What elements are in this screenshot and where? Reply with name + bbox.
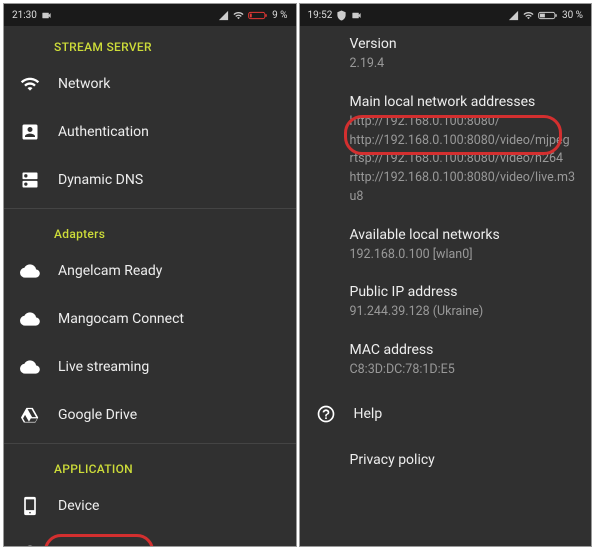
address-value: http://192.168.0.100:8080/video/mjpeg <box>350 132 576 151</box>
camera-icon <box>41 10 52 21</box>
settings-screen-left: 21:30 9 % STREAM SERVER Network <box>3 3 297 547</box>
signal-icon <box>508 10 519 21</box>
list-item-label: Live streaming <box>58 359 280 375</box>
list-item-dynamic-dns[interactable]: Dynamic DNS <box>4 156 296 204</box>
list-item-label: Google Drive <box>58 407 280 423</box>
address-value: http://192.168.0.100:8080/video/live.m3u… <box>350 169 576 207</box>
battery-percent: 30 % <box>562 10 583 21</box>
info-version[interactable]: Version 2.19.4 <box>300 26 592 84</box>
list-item-label: Help <box>354 406 576 422</box>
info-mac[interactable]: MAC address C8:3D:DC:78:1D:E5 <box>300 332 592 390</box>
info-title: MAC address <box>350 342 576 358</box>
battery-icon <box>538 10 558 21</box>
drive-icon <box>20 405 40 425</box>
list-item-google-drive[interactable]: Google Drive <box>4 391 296 439</box>
status-bar: 19:52 30 % <box>300 4 592 26</box>
wifi-status-icon <box>523 10 534 21</box>
dns-icon <box>20 170 40 190</box>
settings-list: STREAM SERVER Network Authentication Dyn… <box>4 26 296 546</box>
user-card-icon <box>20 122 40 142</box>
phone-icon <box>20 496 40 516</box>
wifi-icon <box>20 74 40 94</box>
list-item-angelcam[interactable]: Angelcam Ready <box>4 247 296 295</box>
info-public-ip[interactable]: Public IP address 91.244.39.128 (Ukraine… <box>300 274 592 332</box>
shield-icon <box>336 10 347 21</box>
wifi-status-icon <box>233 10 244 21</box>
list-item-label: Dynamic DNS <box>58 172 280 188</box>
cloud-icon <box>20 309 40 329</box>
cloud-icon <box>20 357 40 377</box>
list-item-label: Mangocam Connect <box>58 311 280 327</box>
divider <box>4 208 296 209</box>
address-value: rtsp://192.168.0.100:8080/video/h264 <box>350 150 576 169</box>
info-title: Public IP address <box>350 284 576 300</box>
info-value: C8:3D:DC:78:1D:E5 <box>350 361 576 380</box>
info-title: Main local network addresses <box>350 94 576 110</box>
status-time: 19:52 <box>308 10 333 21</box>
list-item-network[interactable]: Network <box>4 60 296 108</box>
info-screen-right: 19:52 30 % Version 2.19.4 <box>299 3 593 547</box>
list-item-label: Privacy policy <box>350 452 576 468</box>
list-item-label: Network <box>58 76 280 92</box>
cloud-icon <box>20 261 40 281</box>
list-item-label: Angelcam Ready <box>58 263 280 279</box>
info-icon <box>20 544 40 546</box>
camera-icon <box>351 10 362 21</box>
list-item-information[interactable]: Information <box>4 530 296 546</box>
list-item-privacy[interactable]: Privacy policy <box>300 438 592 482</box>
list-item-live-streaming[interactable]: Live streaming <box>4 343 296 391</box>
info-content: Version 2.19.4 Main local network addres… <box>300 26 592 546</box>
address-value: http://192.168.0.100:8080/ <box>350 113 576 132</box>
info-title: Available local networks <box>350 227 576 243</box>
info-value: 91.244.39.128 (Ukraine) <box>350 303 576 322</box>
info-available-networks[interactable]: Available local networks 192.168.0.100 [… <box>300 217 592 275</box>
info-value: 2.19.4 <box>350 55 576 74</box>
list-item-label: Device <box>58 498 280 514</box>
list-item-device[interactable]: Device <box>4 482 296 530</box>
divider <box>4 443 296 444</box>
list-item-label: Authentication <box>58 124 280 140</box>
battery-icon <box>248 10 268 21</box>
list-item-authentication[interactable]: Authentication <box>4 108 296 156</box>
help-icon <box>316 404 336 424</box>
section-header-adapters: Adapters <box>4 213 296 247</box>
section-header-application: APPLICATION <box>4 448 296 482</box>
info-title: Version <box>350 36 576 52</box>
signal-icon <box>218 10 229 21</box>
highlight-annotation <box>44 534 154 546</box>
info-value: 192.168.0.100 [wlan0] <box>350 246 576 265</box>
list-item-help[interactable]: Help <box>300 390 592 438</box>
section-header-stream-server: STREAM SERVER <box>4 26 296 60</box>
info-addresses[interactable]: Main local network addresses http://192.… <box>300 84 592 217</box>
status-bar: 21:30 9 % <box>4 4 296 26</box>
battery-percent: 9 % <box>272 10 287 21</box>
status-time: 21:30 <box>12 10 37 21</box>
list-item-mangocam[interactable]: Mangocam Connect <box>4 295 296 343</box>
